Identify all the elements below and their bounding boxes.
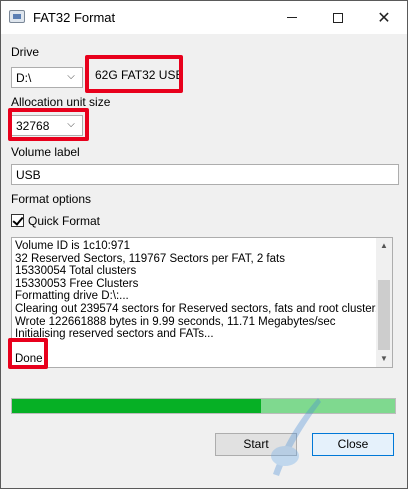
volume-label-value: USB (16, 168, 41, 182)
start-button[interactable]: Start (215, 433, 297, 456)
maximize-icon (333, 12, 343, 23)
drive-label: Drive (11, 45, 40, 59)
scroll-thumb[interactable] (378, 280, 390, 350)
progress-bar (11, 398, 396, 414)
allocation-unit-select[interactable]: 32768 ⌵ (11, 115, 83, 136)
close-icon: ✕ (377, 9, 391, 27)
window-title: FAT32 Format (33, 10, 116, 25)
drive-format-icon (9, 10, 25, 23)
log-line: Wrote 122661888 bytes in 9.99 seconds, 1… (15, 315, 336, 328)
log-line: Formatting drive D:\:... (15, 290, 129, 303)
scroll-down-icon[interactable]: ▼ (376, 351, 392, 367)
drive-select[interactable]: D:\ ⌵ (11, 67, 83, 88)
minimize-button[interactable] (269, 1, 315, 34)
log-line: 32 Reserved Sectors, 119767 Sectors per … (15, 252, 285, 265)
log-lines: Volume ID is 1c10:971 32 Reserved Sectors… (15, 240, 385, 366)
volume-label-input[interactable]: USB (11, 164, 399, 185)
quick-format-label[interactable]: Quick Format (28, 214, 100, 228)
chevron-down-icon: ⌵ (67, 119, 75, 130)
progress-glow (261, 399, 395, 413)
fat32-format-window: FAT32 Format ✕ Drive D:\ ⌵ 62G FAT32 USB… (0, 0, 408, 489)
log-line: Clearing out 239574 sectors for Reserved… (15, 302, 385, 315)
title-bar[interactable]: FAT32 Format ✕ (1, 1, 407, 34)
close-button[interactable]: Close (312, 433, 394, 456)
progress-fill (12, 399, 261, 413)
allocation-unit-value: 32768 (16, 119, 50, 133)
format-options-heading: Format options (11, 192, 92, 206)
drive-name: 62G FAT32 USB (95, 68, 184, 82)
log-line: 15330054 Total clusters (15, 265, 137, 278)
close-window-button[interactable]: ✕ (361, 1, 407, 34)
maximize-button[interactable] (315, 1, 361, 34)
log-line: Volume ID is 1c10:971 (15, 240, 131, 252)
scroll-up-icon[interactable]: ▲ (376, 238, 392, 254)
quick-format-checkbox[interactable] (11, 214, 24, 227)
minimize-icon (287, 17, 297, 18)
volume-label-heading: Volume label (11, 145, 80, 159)
log-line: 15330053 Free Clusters (15, 277, 139, 290)
log-line: Done (15, 353, 43, 366)
drive-select-value: D:\ (16, 71, 32, 85)
log-scrollbar[interactable]: ▲ ▼ (376, 238, 392, 367)
log-line: Initialising reserved sectors and FATs..… (15, 328, 214, 341)
chevron-down-icon: ⌵ (67, 71, 75, 82)
log-output[interactable]: Volume ID is 1c10:971 32 Reserved Sectors… (11, 237, 393, 368)
allocation-unit-label: Allocation unit size (11, 95, 111, 109)
